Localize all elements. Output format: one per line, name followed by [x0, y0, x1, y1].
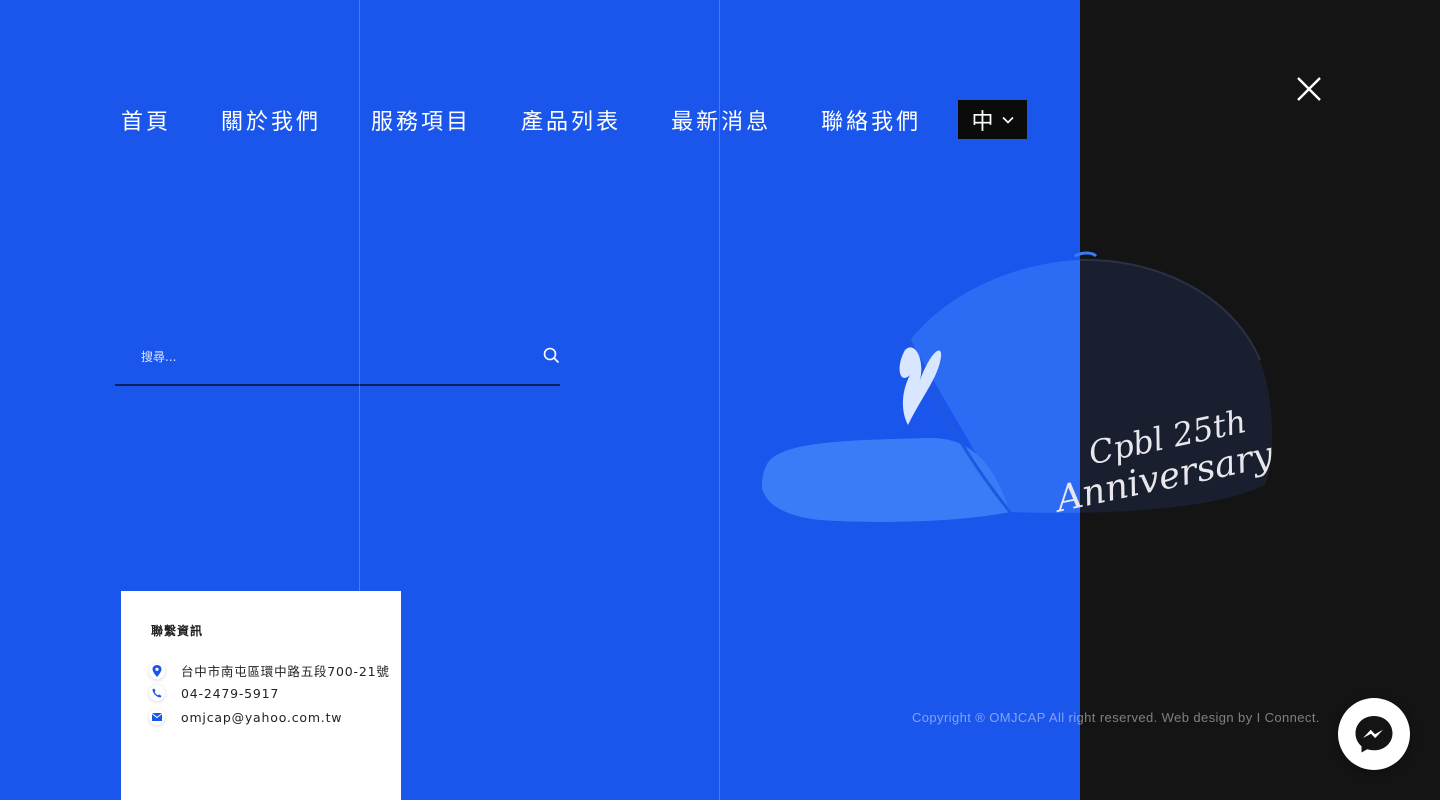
close-button[interactable]: [1294, 74, 1324, 104]
language-label: 中: [971, 109, 994, 135]
grid-line: [719, 0, 720, 800]
copyright-text: Copyright ® OMJCAP All right reserved. W…: [912, 710, 1320, 725]
search-bar: [115, 333, 560, 386]
mail-icon: [149, 709, 165, 725]
phone-icon: [149, 685, 165, 701]
nav-item-contact[interactable]: 聯絡我們: [821, 104, 921, 136]
messenger-button[interactable]: [1338, 698, 1410, 770]
nav-item-about[interactable]: 關於我們: [221, 104, 321, 136]
contact-email-row: omjcap@yahoo.com.tw: [149, 709, 342, 725]
grid-line: [359, 0, 360, 800]
close-icon: [1297, 77, 1321, 101]
main-navigation: 首頁 關於我們 服務項目 產品列表 最新消息 聯絡我們: [121, 100, 921, 140]
contact-email[interactable]: omjcap@yahoo.com.tw: [181, 710, 342, 725]
nav-item-products[interactable]: 產品列表: [521, 104, 621, 136]
nav-item-home[interactable]: 首頁: [121, 104, 171, 136]
contact-phone[interactable]: 04-2479-5917: [181, 686, 279, 701]
search-input[interactable]: [141, 345, 521, 369]
location-pin-icon: [149, 662, 165, 679]
nav-item-news[interactable]: 最新消息: [671, 104, 771, 136]
nav-item-services[interactable]: 服務項目: [371, 104, 471, 136]
language-selector[interactable]: 中: [958, 100, 1027, 139]
chevron-down-icon: [1001, 116, 1014, 124]
messenger-icon: [1355, 716, 1393, 753]
contact-title: 聯繫資訊: [151, 624, 204, 638]
cap-product-image: Cpbl 25th Anniversary: [761, 251, 1277, 522]
contact-address-row: 台中市南屯區環中路五段700-21號: [149, 661, 390, 680]
contact-phone-row: 04-2479-5917: [149, 685, 279, 701]
search-icon[interactable]: [543, 347, 560, 364]
